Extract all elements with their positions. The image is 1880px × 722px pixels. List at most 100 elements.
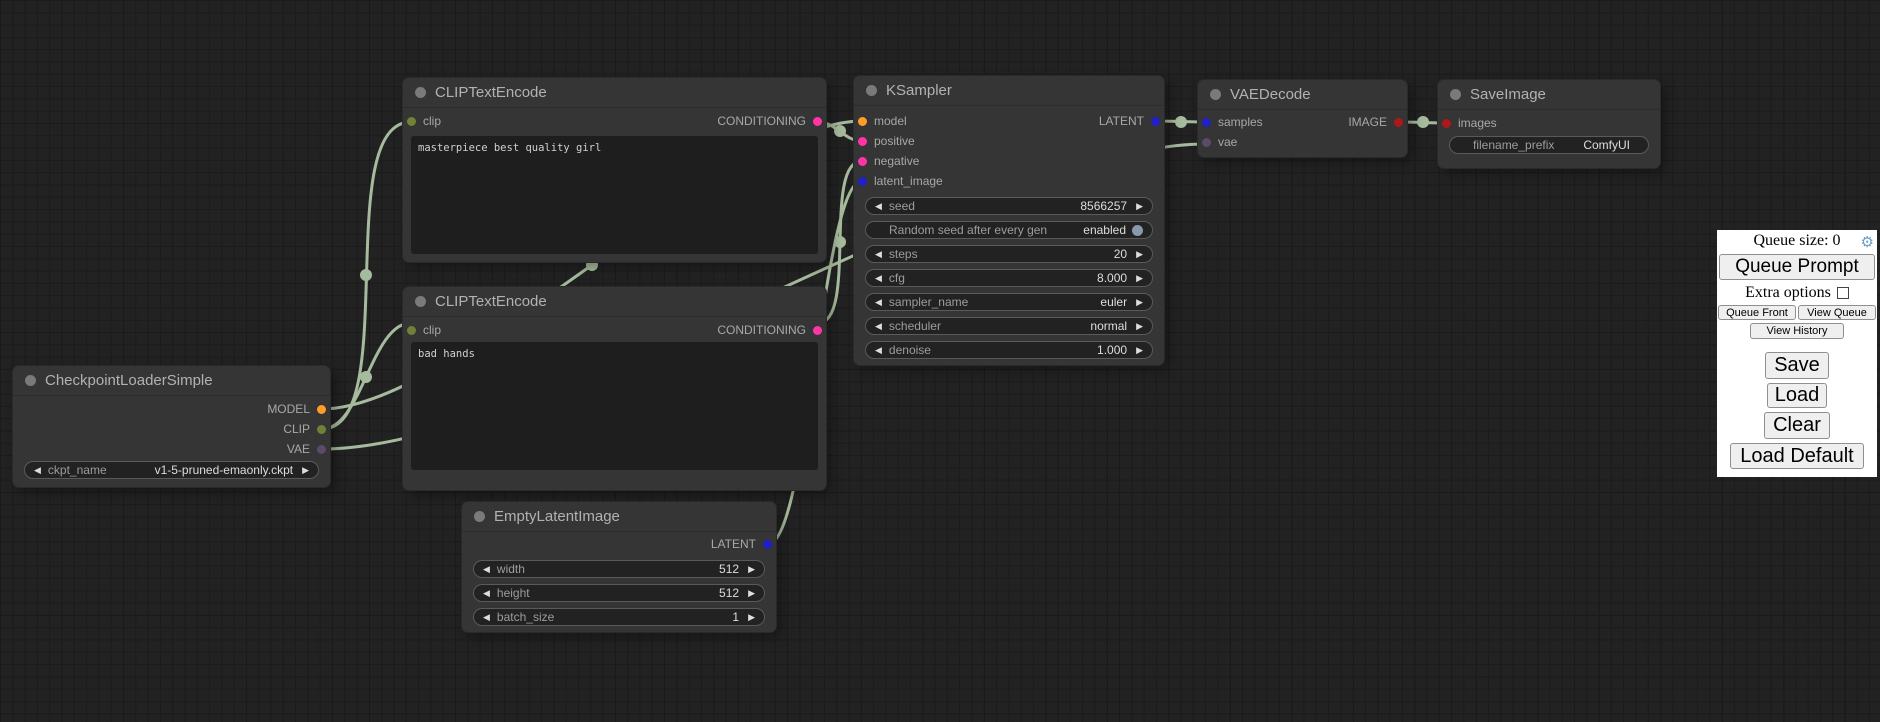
sampler-name-widget[interactable]: ◀ sampler_name euler ▶ xyxy=(865,293,1153,311)
toggle-on-indicator[interactable] xyxy=(1132,225,1143,236)
settings-gear-icon[interactable]: ⚙ xyxy=(1861,233,1874,252)
link-midpoint-dot xyxy=(360,371,372,383)
node-clip-text-encode-negative[interactable]: CLIPTextEncode clip CONDITIONING bad han… xyxy=(403,287,826,490)
increment-arrow-icon[interactable]: ▶ xyxy=(748,589,755,598)
link-midpoint-dot xyxy=(834,236,846,248)
increment-arrow-icon[interactable]: ▶ xyxy=(748,613,755,622)
denoise-widget[interactable]: ◀ denoise 1.000 ▶ xyxy=(865,341,1153,359)
load-button[interactable]: Load xyxy=(1767,383,1827,408)
output-label: IMAGE xyxy=(1348,115,1387,129)
view-queue-button[interactable]: View Queue xyxy=(1798,305,1876,320)
vae-output-port[interactable] xyxy=(317,445,326,454)
model-output-port[interactable] xyxy=(317,405,326,414)
node-title-bar[interactable]: EmptyLatentImage xyxy=(462,502,776,532)
node-collapse-dot[interactable] xyxy=(474,511,485,522)
node-title-bar[interactable]: CLIPTextEncode xyxy=(403,78,826,108)
view-history-button[interactable]: View History xyxy=(1750,323,1844,339)
node-clip-text-encode-positive[interactable]: CLIPTextEncode clip CONDITIONING masterp… xyxy=(403,78,826,262)
decrement-arrow-icon[interactable]: ◀ xyxy=(483,613,490,622)
increment-arrow-icon[interactable]: ▶ xyxy=(1136,274,1143,283)
images-input-port[interactable] xyxy=(1442,119,1451,128)
image-output-port[interactable] xyxy=(1394,118,1403,127)
increment-arrow-icon[interactable]: ▶ xyxy=(1136,298,1143,307)
conditioning-output-port[interactable] xyxy=(813,326,822,335)
vae-input-port[interactable] xyxy=(1202,138,1211,147)
comfy-menu-panel: Queue size: 0 ⚙ Queue Prompt Extra optio… xyxy=(1717,230,1877,477)
clear-button[interactable]: Clear xyxy=(1764,412,1830,439)
node-collapse-dot[interactable] xyxy=(866,85,877,96)
increment-arrow-icon[interactable]: ▶ xyxy=(748,565,755,574)
latent-image-input-port[interactable] xyxy=(858,177,867,186)
ckpt-name-widget[interactable]: ◀ ckpt_name v1-5-pruned-emaonly.ckpt ▶ xyxy=(24,461,319,479)
cfg-widget[interactable]: ◀ cfg 8.000 ▶ xyxy=(865,269,1153,287)
width-widget[interactable]: ◀ width 512 ▶ xyxy=(473,560,765,578)
decrement-arrow-icon[interactable]: ◀ xyxy=(875,298,882,307)
load-default-button[interactable]: Load Default xyxy=(1730,443,1864,469)
output-label: LATENT xyxy=(711,537,756,551)
node-title-bar[interactable]: CheckpointLoaderSimple xyxy=(13,366,330,396)
negative-input-port[interactable] xyxy=(858,157,867,166)
node-ksampler[interactable]: KSampler model LATENT positive negative … xyxy=(854,76,1164,365)
queue-prompt-button[interactable]: Queue Prompt xyxy=(1719,254,1875,280)
queue-front-button[interactable]: Queue Front xyxy=(1718,305,1796,320)
node-title-bar[interactable]: VAEDecode xyxy=(1198,80,1407,110)
decrement-arrow-icon[interactable]: ◀ xyxy=(483,565,490,574)
conditioning-output-port[interactable] xyxy=(813,117,822,126)
widget-label: sampler_name xyxy=(889,295,968,309)
link-midpoint-dot xyxy=(360,269,372,281)
increment-arrow-icon[interactable]: ▶ xyxy=(1136,250,1143,259)
positive-input-port[interactable] xyxy=(858,137,867,146)
increment-arrow-icon[interactable]: ▶ xyxy=(302,466,309,475)
decrement-arrow-icon[interactable]: ◀ xyxy=(483,589,490,598)
link-midpoint-dot xyxy=(834,125,846,137)
node-save-image[interactable]: SaveImage images filename_prefix ComfyUI xyxy=(1438,80,1660,168)
clip-input-port[interactable] xyxy=(407,326,416,335)
model-input-port[interactable] xyxy=(858,117,867,126)
samples-input-port[interactable] xyxy=(1202,118,1211,127)
node-title-bar[interactable]: KSampler xyxy=(854,76,1164,106)
input-label: images xyxy=(1458,116,1497,130)
widget-label: seed xyxy=(889,199,915,213)
node-empty-latent-image[interactable]: EmptyLatentImage LATENT ◀ width 512 ▶ ◀ … xyxy=(462,502,776,632)
decrement-arrow-icon[interactable]: ◀ xyxy=(875,250,882,259)
increment-arrow-icon[interactable]: ▶ xyxy=(1136,346,1143,355)
seed-widget[interactable]: ◀ seed 8566257 ▶ xyxy=(865,197,1153,215)
steps-widget[interactable]: ◀ steps 20 ▶ xyxy=(865,245,1153,263)
save-button[interactable]: Save xyxy=(1765,352,1829,379)
widget-value: euler xyxy=(1100,295,1127,309)
node-collapse-dot[interactable] xyxy=(25,375,36,386)
negative-prompt-textarea[interactable]: bad hands xyxy=(411,342,818,470)
node-title-bar[interactable]: CLIPTextEncode xyxy=(403,287,826,317)
node-title-bar[interactable]: SaveImage xyxy=(1438,80,1660,110)
clip-output-port[interactable] xyxy=(317,425,326,434)
positive-prompt-textarea[interactable]: masterpiece best quality girl xyxy=(411,136,818,254)
widget-value: 512 xyxy=(719,586,739,600)
node-collapse-dot[interactable] xyxy=(415,296,426,307)
decrement-arrow-icon[interactable]: ◀ xyxy=(875,346,882,355)
latent-output-port[interactable] xyxy=(763,540,772,549)
increment-arrow-icon[interactable]: ▶ xyxy=(1136,202,1143,211)
decrement-arrow-icon[interactable]: ◀ xyxy=(875,274,882,283)
node-collapse-dot[interactable] xyxy=(1210,89,1221,100)
output-label: LATENT xyxy=(1099,114,1144,128)
increment-arrow-icon[interactable]: ▶ xyxy=(1136,322,1143,331)
widget-label: batch_size xyxy=(497,610,554,624)
clip-input-port[interactable] xyxy=(407,117,416,126)
filename-prefix-widget[interactable]: filename_prefix ComfyUI xyxy=(1449,136,1649,154)
decrement-arrow-icon[interactable]: ◀ xyxy=(875,322,882,331)
scheduler-widget[interactable]: ◀ scheduler normal ▶ xyxy=(865,317,1153,335)
node-collapse-dot[interactable] xyxy=(1450,89,1461,100)
widget-label: steps xyxy=(889,247,918,261)
extra-options-checkbox[interactable] xyxy=(1837,287,1849,299)
decrement-arrow-icon[interactable]: ◀ xyxy=(875,202,882,211)
batch-size-widget[interactable]: ◀ batch_size 1 ▶ xyxy=(473,608,765,626)
decrement-arrow-icon[interactable]: ◀ xyxy=(34,466,41,475)
node-collapse-dot[interactable] xyxy=(415,87,426,98)
input-label: clip xyxy=(423,323,441,337)
widget-label: scheduler xyxy=(889,319,941,333)
node-checkpoint-loader-simple[interactable]: CheckpointLoaderSimple MODEL CLIP VAE ◀ … xyxy=(13,366,330,487)
height-widget[interactable]: ◀ height 512 ▶ xyxy=(473,584,765,602)
latent-output-port[interactable] xyxy=(1151,117,1160,126)
random-seed-toggle[interactable]: Random seed after every gen enabled xyxy=(865,221,1153,239)
node-vae-decode[interactable]: VAEDecode samples IMAGE vae xyxy=(1198,80,1407,157)
